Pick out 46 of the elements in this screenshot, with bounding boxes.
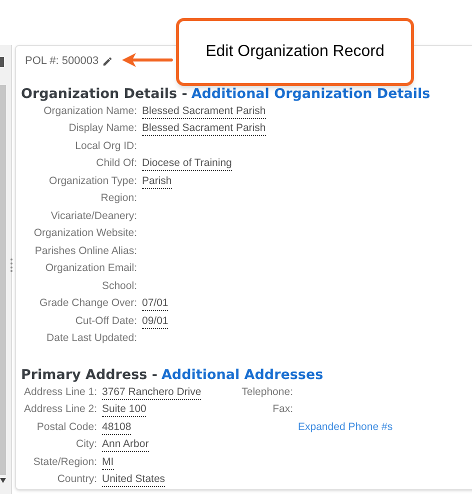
field-label: State/Region:	[33, 454, 97, 470]
section-title: Organization Details -	[21, 86, 188, 102]
field-value[interactable]: 48108	[102, 420, 132, 435]
field-value[interactable]: Parish	[142, 174, 172, 189]
field-value[interactable]: MI	[102, 456, 114, 470]
field-value[interactable]: 07/01	[142, 297, 168, 312]
scroll-down-icon[interactable]	[0, 478, 6, 483]
scrollbar-thumb[interactable]	[0, 85, 6, 475]
field-label: Date Last Updated:	[46, 331, 137, 346]
field-label: Telephone:	[242, 384, 293, 400]
callout-text: Edit Organization Record	[206, 42, 384, 62]
field-label: Local Org ID:	[75, 138, 137, 154]
additional-addresses-link[interactable]: Additional Addresses	[161, 367, 324, 383]
pencil-icon[interactable]	[102, 56, 113, 66]
field-label: Parishes Online Alias:	[34, 244, 137, 259]
additional-details-link[interactable]: Additional Organization Details	[191, 86, 430, 102]
section-title: Primary Address -	[21, 367, 158, 383]
field-label: Country:	[57, 472, 97, 488]
field-label: Address Line 2:	[24, 402, 97, 418]
field-value[interactable]: Ann Arbor	[102, 438, 149, 452]
field-label: Organization Type:	[49, 174, 137, 189]
pol-number: POL #: 500003	[25, 54, 99, 69]
field-label: Fax:	[272, 402, 293, 418]
field-label: Organization Website:	[34, 226, 137, 242]
field-value[interactable]: 09/01	[142, 314, 168, 329]
field-value[interactable]: United States	[102, 473, 166, 488]
field-label: Grade Change Over:	[40, 296, 137, 312]
field-label: Organization Email:	[45, 261, 137, 276]
field-label: Postal Code:	[36, 420, 97, 435]
field-value[interactable]: Blessed Sacrament Parish	[142, 104, 266, 119]
field-label: City:	[76, 437, 97, 452]
field-value[interactable]: Suite 100	[102, 403, 146, 418]
field-label: Child Of:	[96, 156, 137, 172]
field-label: Address Line 1:	[24, 384, 97, 400]
field-label: Cut-Off Date:	[75, 314, 137, 329]
field-value[interactable]: Blessed Sacrament Parish	[142, 122, 266, 136]
drag-handle-icon[interactable]	[10, 258, 13, 272]
field-label: Region:	[100, 191, 137, 206]
field-value[interactable]: 3767 Ranchero Drive	[102, 386, 202, 400]
field-label: Vicariate/Deanery:	[50, 208, 137, 224]
callout-arrow	[122, 53, 174, 67]
expanded-phone-link[interactable]: Expanded Phone #s	[298, 420, 393, 436]
field-value[interactable]: Diocese of Training	[142, 157, 232, 172]
field-label: Display Name:	[68, 121, 137, 136]
field-label: School:	[102, 278, 137, 294]
field-label: Organization Name:	[44, 104, 137, 119]
